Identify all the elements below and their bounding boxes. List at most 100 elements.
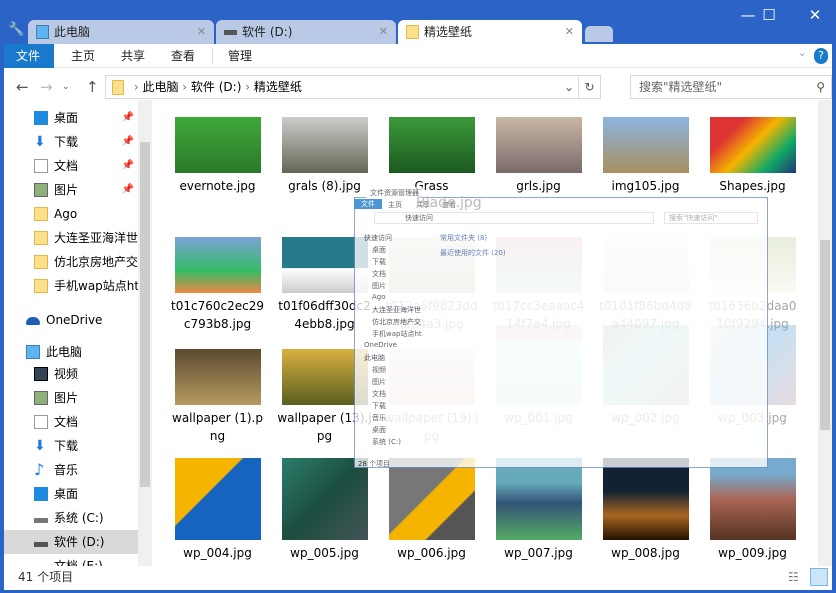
sidebar-item[interactable]: Ago [4, 202, 138, 226]
ghost-file-label: Blade.jpg [416, 195, 482, 211]
pictures-icon [34, 391, 48, 405]
file-item[interactable]: wp_004.jpg [164, 458, 271, 562]
sidebar-item-label: 系统 (C:) [54, 511, 104, 525]
sidebar-item[interactable]: 文档 [4, 410, 138, 434]
ribbon-tab-view[interactable]: 查看 [159, 44, 207, 68]
file-item[interactable]: t01c760c2ec29c793b8.jpg [164, 237, 271, 333]
close-tab-icon[interactable]: ✕ [565, 20, 574, 44]
sidebar-item[interactable]: ⬇ 下载 📌 [4, 130, 138, 154]
drag-nav-item: 图片 [372, 282, 386, 290]
system-drive-icon [34, 518, 48, 523]
sidebar-item-label: 文档 (E:) [54, 559, 103, 566]
drag-nav-item: 音乐 [372, 414, 386, 422]
close-tab-icon[interactable]: ✕ [197, 20, 206, 44]
file-item[interactable]: wp_007.jpg [485, 458, 592, 562]
file-item[interactable]: wp_006.jpg [378, 458, 485, 562]
sidebar-scrollbar[interactable] [138, 100, 152, 566]
large-icons-view-icon[interactable] [810, 568, 828, 586]
file-item[interactable]: grls.jpg [485, 117, 592, 195]
drag-nav-item: 此电脑 [364, 354, 385, 362]
ribbon-tab-home[interactable]: 主页 [59, 44, 107, 68]
item-count: 41 个项目 [18, 570, 74, 584]
address-dropdown-icon[interactable]: ⌄ [564, 76, 574, 98]
refresh-icon[interactable]: ↻ [578, 76, 600, 98]
download-icon: ⬇ [34, 134, 46, 150]
content-scroll-thumb[interactable] [820, 240, 830, 430]
thumbnail-image [495, 117, 582, 173]
content-scrollbar[interactable] [818, 100, 832, 566]
drag-nav-item: 桌面 [372, 246, 386, 254]
close-tab-icon[interactable]: ✕ [379, 20, 388, 44]
sidebar-item[interactable]: 系统 (C:) [4, 506, 138, 530]
drive-icon [224, 30, 237, 35]
tab-wallpapers[interactable]: 精选壁纸 ✕ [398, 20, 582, 44]
sidebar-item[interactable]: 视频 [4, 362, 138, 386]
file-item[interactable]: img105.jpg [592, 117, 699, 195]
thumbnail-image [174, 237, 261, 293]
file-item[interactable]: wp_009.jpg [699, 458, 806, 562]
drag-nav-item: 仿北京房地产交 [372, 318, 421, 326]
ribbon-tab-share[interactable]: 共享 [109, 44, 157, 68]
back-arrow-icon[interactable]: ← [16, 78, 29, 96]
document-icon [34, 415, 48, 429]
search-input[interactable]: 搜索"精选壁纸" ⚲ [630, 75, 832, 99]
close-button[interactable]: ✕ [792, 0, 836, 30]
sidebar-item[interactable]: 仿北京房地产交易 [4, 250, 138, 274]
details-view-icon[interactable]: ☷ [788, 566, 799, 588]
file-item[interactable]: wp_008.jpg [592, 458, 699, 562]
sidebar-item[interactable]: 文档 📌 [4, 154, 138, 178]
thumbnail-image [281, 458, 368, 540]
sidebar-scroll-thumb[interactable] [140, 142, 150, 487]
help-icon[interactable]: ? [814, 48, 828, 64]
sidebar-item[interactable]: 手机wap站点html [4, 274, 138, 298]
sidebar-item[interactable]: 图片 📌 [4, 178, 138, 202]
file-item[interactable]: Grass [378, 117, 485, 195]
sidebar-item[interactable]: OneDrive [4, 308, 138, 332]
breadcrumb-drive-d[interactable]: 软件 (D:) [191, 80, 241, 94]
sidebar-item[interactable]: 桌面 📌 [4, 106, 138, 130]
maximize-button[interactable]: ☐ [746, 0, 792, 30]
status-bar: 41 个项目 ☷ [4, 566, 832, 590]
file-item[interactable]: Shapes.jpg [699, 117, 806, 195]
breadcrumb-this-pc[interactable]: 此电脑 [142, 80, 178, 94]
breadcrumb-wallpapers[interactable]: 精选壁纸 [254, 80, 302, 94]
address-bar[interactable]: › 此电脑 › 软件 (D:) › 精选壁纸 ⌄ ↻ [105, 75, 601, 99]
up-arrow-icon[interactable]: ↑ [86, 78, 99, 96]
chevron-down-icon[interactable]: ⌄ [798, 48, 806, 59]
file-name: wp_008.jpg [611, 546, 680, 560]
drag-nav-item: 手机wap站点ht [372, 330, 422, 338]
file-name: wp_004.jpg [183, 546, 252, 560]
sidebar-item-label: 图片 [54, 183, 79, 197]
ribbon-tab-file[interactable]: 文件 [4, 44, 54, 68]
sidebar-item[interactable]: 图片 [4, 386, 138, 410]
drag-search: 搜索"快速访问" [664, 212, 758, 224]
file-name: wp_009.jpg [718, 546, 787, 560]
drag-nav-item: 下载 [372, 258, 386, 266]
sidebar-item[interactable]: ⬇ 下载 [4, 434, 138, 458]
file-item[interactable]: wp_005.jpg [271, 458, 378, 562]
sidebar-item[interactable]: 文档 (E:) [4, 554, 138, 566]
sidebar-item[interactable]: ♪ 音乐 [4, 458, 138, 482]
computer-icon [26, 345, 40, 359]
divider [212, 48, 213, 64]
new-tab-button[interactable] [585, 26, 613, 42]
drag-nav-item: 系统 (C:) [372, 438, 401, 446]
thumbnail-image [174, 458, 261, 540]
recent-dropdown-icon[interactable]: ⌄ [62, 82, 70, 92]
tab-this-pc[interactable]: 此电脑 ✕ [28, 20, 214, 44]
file-item[interactable]: wallpaper (1).png [164, 349, 271, 445]
sidebar-item[interactable]: 软件 (D:) [4, 530, 138, 554]
drag-nav-item: OneDrive [364, 341, 397, 349]
forward-arrow-icon[interactable]: → [40, 78, 53, 96]
drive-icon [34, 542, 48, 547]
sidebar-item[interactable]: 桌面 [4, 482, 138, 506]
sidebar-item-label: 文档 [54, 415, 79, 429]
file-item[interactable]: grals (8).jpg [271, 117, 378, 195]
sidebar-item[interactable]: 此电脑 [4, 340, 138, 364]
sidebar-item[interactable]: 大连圣亚海洋世界 [4, 226, 138, 250]
file-item[interactable]: evernote.jpg [164, 117, 271, 195]
settings-wrench-icon[interactable]: 🔧 [8, 22, 24, 37]
ribbon-tab-manage[interactable]: 管理 [216, 44, 264, 68]
sidebar-item-label: 手机wap站点html [54, 279, 138, 293]
tab-drive-d[interactable]: 软件 (D:) ✕ [216, 20, 396, 44]
